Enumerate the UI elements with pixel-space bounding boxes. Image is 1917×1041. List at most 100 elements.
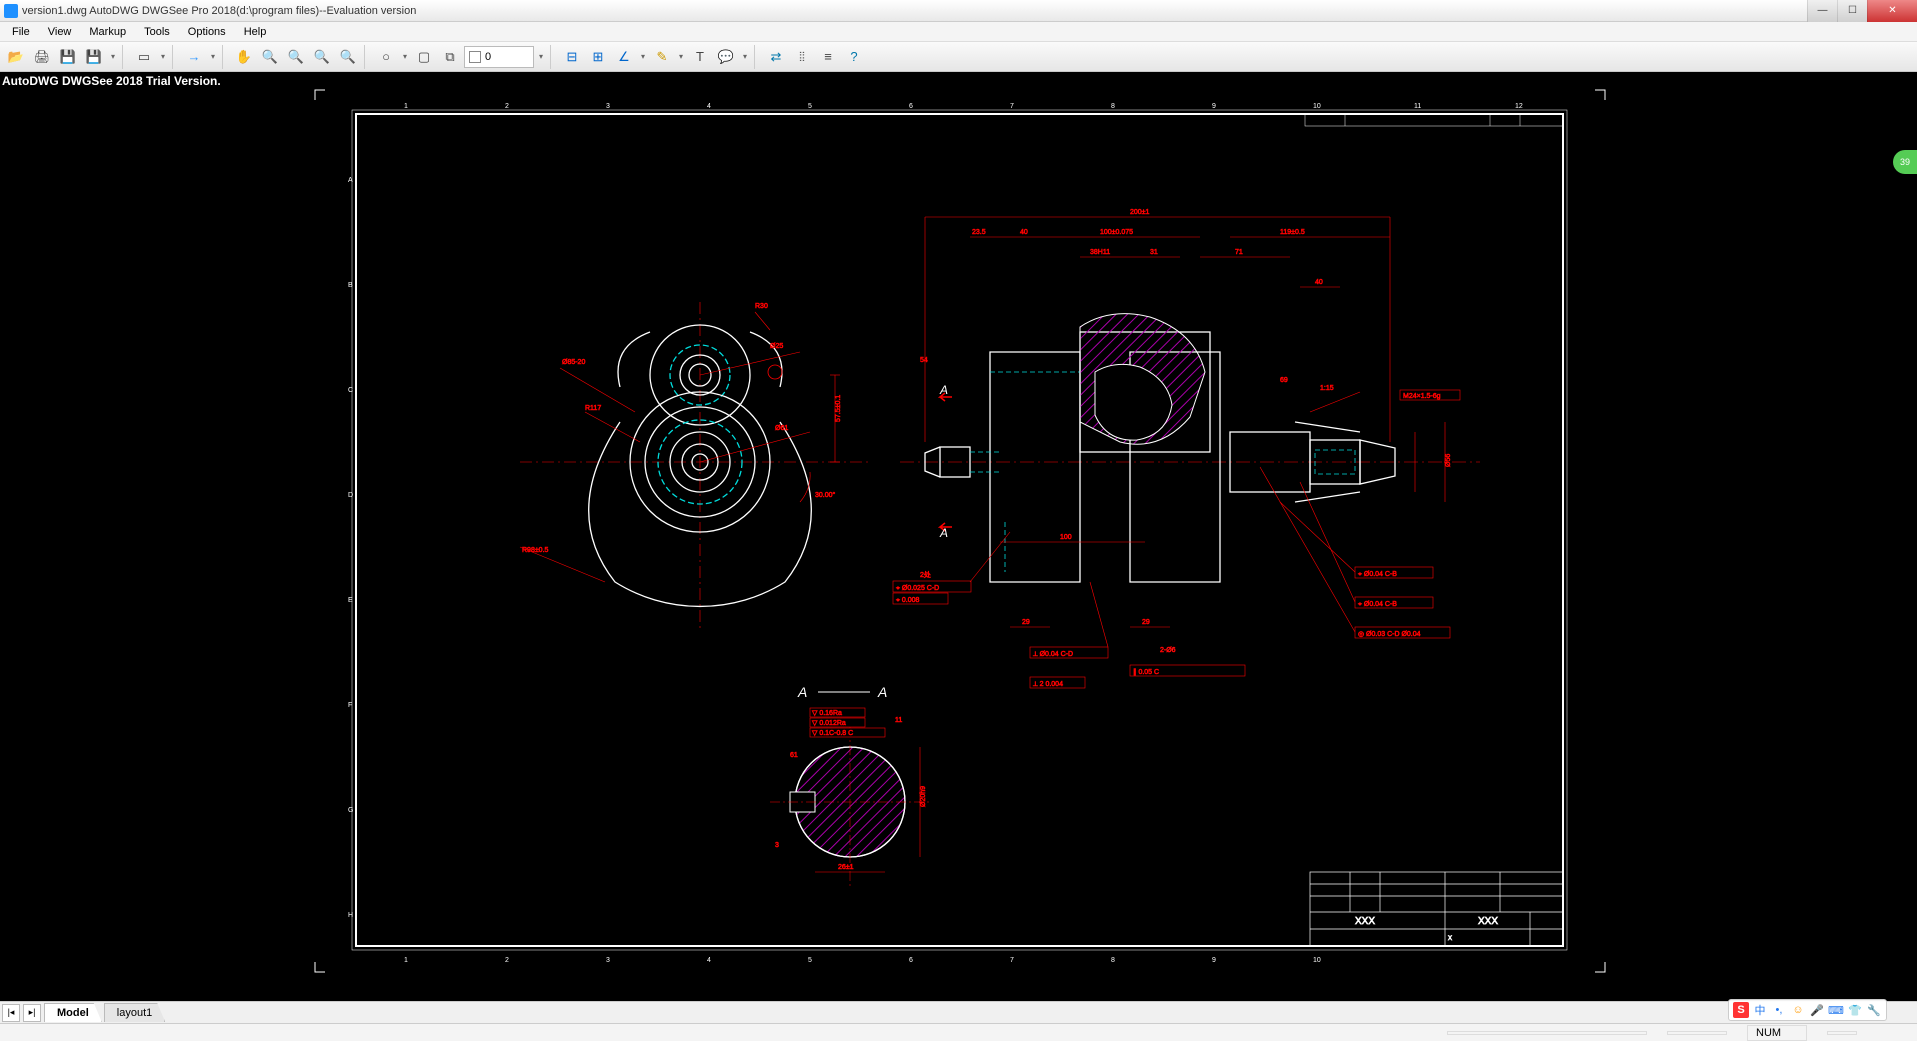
ruler-top: 1 2 3 4 5 6 7 8 9 10 11 12 1 2 3 4 5 6 7… (404, 103, 1523, 964)
menu-view[interactable]: View (40, 24, 80, 40)
layer-value: 0 (485, 51, 491, 63)
svg-text:A: A (939, 383, 948, 397)
svg-text:A: A (939, 526, 948, 540)
layers-icon[interactable]: ≡ (816, 45, 840, 69)
cad-drawing: 1 2 3 4 5 6 7 8 9 10 11 12 1 2 3 4 5 6 7… (0, 72, 1917, 1001)
svg-text:7: 7 (1010, 957, 1014, 964)
menu-options[interactable]: Options (180, 24, 234, 40)
ime-cn-icon[interactable]: 中 (1752, 1002, 1768, 1018)
svg-text:2: 2 (505, 103, 509, 110)
circle-dropdown[interactable]: ▾ (400, 52, 410, 61)
svg-text:XXX: XXX (1478, 916, 1498, 927)
minimize-button[interactable]: — (1807, 0, 1837, 22)
ime-toolbar[interactable]: S 中 •, ☺ 🎤 ⌨ 👕 🔧 (1728, 999, 1887, 1021)
svg-text:D: D (348, 492, 353, 499)
svg-text:3: 3 (606, 957, 610, 964)
svg-text:A: A (348, 177, 353, 184)
svg-text:F: F (348, 702, 352, 709)
saveas-dropdown[interactable]: ▾ (108, 52, 118, 61)
dim-angle-icon[interactable]: ∠ (612, 45, 636, 69)
maximize-button[interactable]: ☐ (1837, 0, 1867, 22)
leader-dropdown[interactable]: ▾ (676, 52, 686, 61)
rect-icon[interactable]: ▢ (412, 45, 436, 69)
svg-text:▽ 0.012Ra: ▽ 0.012Ra (812, 720, 846, 727)
save-icon[interactable]: 💾 (56, 45, 80, 69)
help-icon[interactable]: ? (842, 45, 866, 69)
comment-dropdown[interactable]: ▾ (740, 52, 750, 61)
svg-text:31: 31 (1150, 249, 1158, 256)
compare-icon[interactable]: ⇄ (764, 45, 788, 69)
svg-text:100±0.075: 100±0.075 (1100, 229, 1133, 236)
status-panel-1 (1447, 1031, 1647, 1035)
tab-nav-first[interactable]: |◂ (2, 1004, 20, 1022)
arrow-icon[interactable]: → (182, 45, 206, 69)
svg-text:Ø56: Ø56 (1445, 454, 1452, 467)
ime-punct-icon[interactable]: •, (1771, 1002, 1787, 1018)
leader-icon[interactable]: ✎ (650, 45, 674, 69)
drawing-canvas[interactable]: AutoDWG DWGSee 2018 Trial Version. 1 2 3… (0, 72, 1917, 1001)
ime-voice-icon[interactable]: 🎤 (1809, 1002, 1825, 1018)
svg-text:71: 71 (1235, 249, 1243, 256)
front-view (520, 302, 870, 632)
print-icon[interactable]: 🖨 (30, 45, 54, 69)
svg-text:26±1: 26±1 (838, 864, 854, 871)
svg-text:∥ 0.05 C: ∥ 0.05 C (1133, 668, 1159, 676)
ime-keyboard-icon[interactable]: ⌨ (1828, 1002, 1844, 1018)
svg-text:119±0.5: 119±0.5 (1280, 229, 1305, 236)
svg-text:23.5: 23.5 (972, 229, 986, 236)
pan-icon[interactable]: ✋ (232, 45, 256, 69)
open-icon[interactable]: 📂 (4, 45, 28, 69)
svg-text:Ø20h9: Ø20h9 (920, 786, 927, 807)
zoom-out-icon[interactable]: 🔍 (284, 45, 308, 69)
toolbar: 📂 🖨 💾 💾▾ ▭▾ →▾ ✋ 🔍 🔍 🔍 🔍 ○▾ ▢ ⧉ 0 ▾ ⊟ ⊞ … (0, 42, 1917, 72)
tab-layout1[interactable]: layout1 (104, 1003, 165, 1022)
svg-text:69: 69 (1280, 377, 1288, 384)
zoom-window-icon[interactable]: 🔍 (336, 45, 360, 69)
layer-select[interactable]: 0 (464, 46, 534, 68)
svg-text:61: 61 (790, 752, 798, 759)
text-icon[interactable]: T (688, 45, 712, 69)
svg-text:R30: R30 (755, 303, 768, 310)
svg-text:⌖ Ø0.04 C-B: ⌖ Ø0.04 C-B (1358, 571, 1397, 578)
layout-tabs: |◂ ▸| Model layout1 (0, 1001, 1917, 1023)
ime-emoji-icon[interactable]: ☺ (1790, 1002, 1806, 1018)
title-block: XXX XXX X (1310, 872, 1563, 946)
svg-text:H: H (348, 912, 353, 919)
copy-icon[interactable]: ⧉ (438, 45, 462, 69)
menu-markup[interactable]: Markup (81, 24, 134, 40)
sogou-logo-icon[interactable]: S (1733, 1002, 1749, 1018)
svg-text:⟂ 2 0.004: ⟂ 2 0.004 (1033, 681, 1063, 688)
svg-text:Ø85-20: Ø85-20 (562, 359, 585, 366)
svg-text:A: A (797, 684, 807, 700)
svg-text:▽ 0.16Ra: ▽ 0.16Ra (812, 710, 842, 717)
dim-aligned-icon[interactable]: ⊞ (586, 45, 610, 69)
notification-badge[interactable]: 39 (1893, 150, 1917, 174)
circle-icon[interactable]: ○ (374, 45, 398, 69)
menu-file[interactable]: File (4, 24, 38, 40)
ime-skin-icon[interactable]: 👕 (1847, 1002, 1863, 1018)
arrow-dropdown[interactable]: ▾ (208, 52, 218, 61)
window-icon[interactable]: ▭ (132, 45, 156, 69)
svg-text:5: 5 (808, 957, 812, 964)
tab-model[interactable]: Model (44, 1003, 102, 1022)
svg-text:3: 3 (606, 103, 610, 110)
comment-icon[interactable]: 💬 (714, 45, 738, 69)
status-panel-2 (1667, 1031, 1727, 1035)
dim-linear-icon[interactable]: ⊟ (560, 45, 584, 69)
svg-text:1:15: 1:15 (1320, 385, 1334, 392)
menu-help[interactable]: Help (236, 24, 275, 40)
tab-nav-prev[interactable]: ▸| (23, 1004, 41, 1022)
layer-dropdown[interactable]: ▾ (536, 52, 546, 61)
grid-icon[interactable]: ⦙⦙ (790, 45, 814, 69)
ime-tools-icon[interactable]: 🔧 (1866, 1002, 1882, 1018)
svg-text:⌖ Ø0.025 C-D: ⌖ Ø0.025 C-D (896, 585, 939, 592)
menu-tools[interactable]: Tools (136, 24, 178, 40)
window-dropdown[interactable]: ▾ (158, 52, 168, 61)
layer-color-swatch (469, 51, 481, 63)
zoom-icon[interactable]: 🔍 (258, 45, 282, 69)
close-button[interactable]: ✕ (1867, 0, 1917, 22)
dim-dropdown[interactable]: ▾ (638, 52, 648, 61)
zoom-extents-icon[interactable]: 🔍 (310, 45, 334, 69)
saveas-icon[interactable]: 💾 (82, 45, 106, 69)
svg-text:Ø25: Ø25 (770, 343, 783, 350)
